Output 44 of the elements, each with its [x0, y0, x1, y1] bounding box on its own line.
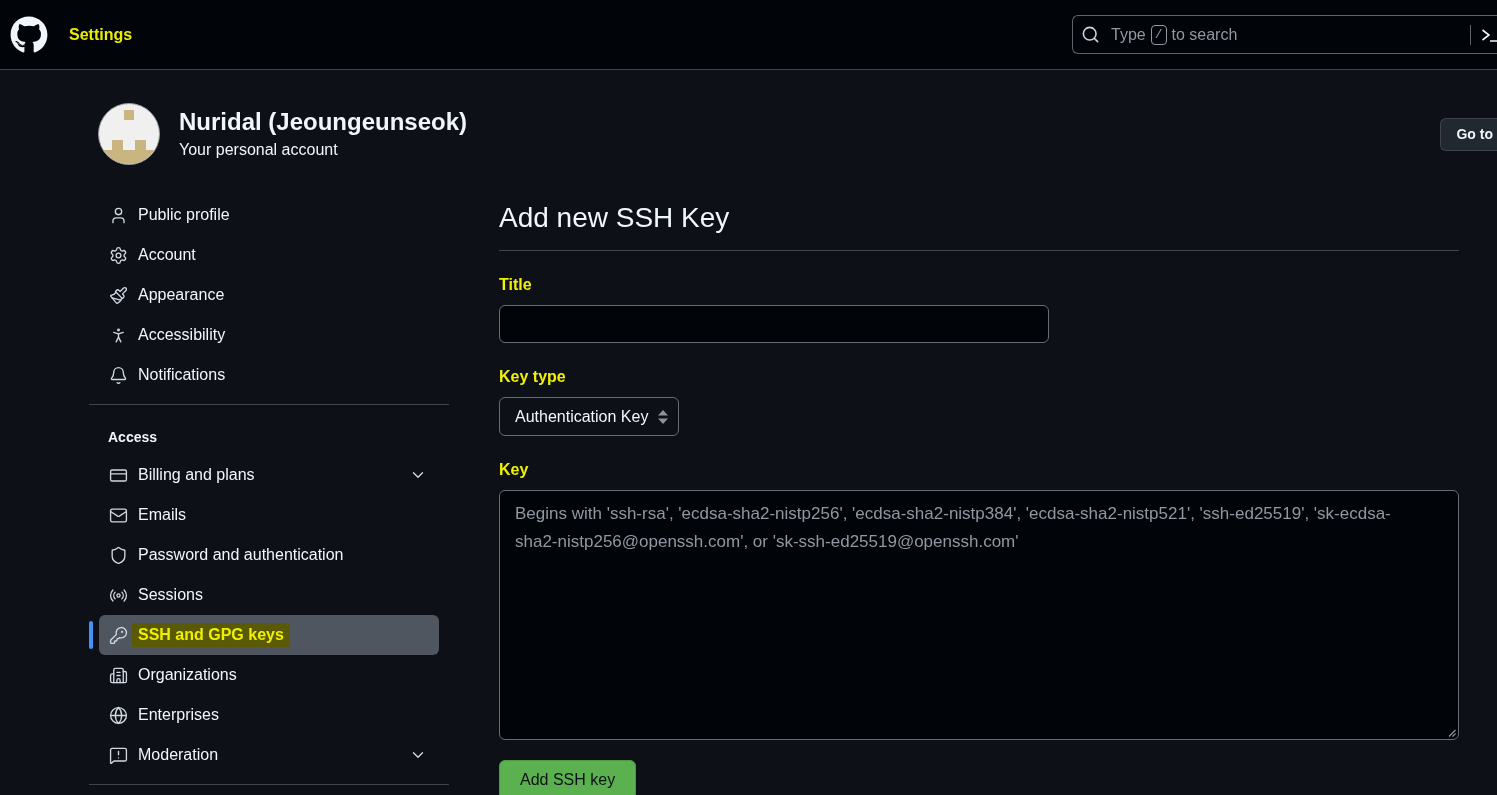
- mail-icon: [109, 505, 128, 525]
- nav-item[interactable]: Billing and plans: [99, 455, 439, 495]
- search-field[interactable]: Type / to search: [1072, 15, 1497, 54]
- title-input[interactable]: [499, 305, 1049, 343]
- nav-item[interactable]: Emails: [99, 495, 439, 535]
- shield-icon: [109, 545, 128, 565]
- nav-item[interactable]: Public profile: [99, 195, 439, 235]
- form-heading: Add new SSH Key: [499, 200, 1459, 251]
- nav-item[interactable]: Appearance: [99, 275, 439, 315]
- add-ssh-key-button[interactable]: Add SSH key: [499, 760, 637, 795]
- up-down-caret-icon: [658, 409, 669, 424]
- section-heading: Access: [107, 428, 159, 447]
- page-title: Settings: [69, 24, 133, 45]
- field-label: Key: [499, 460, 530, 480]
- field-label: Key type: [499, 367, 567, 387]
- nav-item[interactable]: Account: [99, 235, 439, 275]
- nav-item[interactable]: Organizations: [99, 655, 439, 695]
- nav-item[interactable]: SSH and GPG keys: [99, 615, 439, 655]
- account-name: Nuridal (Jeoungeunseok): [179, 107, 468, 137]
- identicon-avatar: [98, 103, 160, 165]
- key-type-select[interactable]: Authentication Key: [499, 397, 680, 436]
- nav-item[interactable]: Moderation: [99, 735, 439, 775]
- nav-item[interactable]: Notifications: [99, 355, 439, 395]
- nav-item[interactable]: Enterprises: [99, 695, 439, 735]
- logo-icon[interactable]: [10, 15, 48, 54]
- account-subtitle: Your personal account: [179, 140, 339, 160]
- key-icon: [109, 625, 128, 645]
- resize-handle-icon: [1448, 729, 1456, 737]
- key-textarea[interactable]: Begins with 'ssh-rsa', 'ecdsa-sha2-nistp256', 'ecdsa-sha2-nistp384', 'ecdsa-sha2-nistp521', 'ssh-ed25519', 'sk-ecdsa-sha2-nistp256@openssh.com', or 'sk-ssh-ed25519@openssh.com': [499, 490, 1459, 740]
- field-label: Title: [499, 275, 533, 295]
- person-icon: [109, 205, 128, 225]
- building-icon: [109, 665, 128, 685]
- active-indicator: [89, 621, 93, 649]
- profile-button[interactable]: Go to: [1440, 117, 1497, 151]
- bell-icon: [109, 365, 128, 385]
- shortcut-key: /: [1150, 24, 1167, 45]
- globe-icon: [109, 705, 128, 725]
- nav-item[interactable]: Accessibility: [99, 315, 439, 355]
- gear-icon: [109, 245, 128, 265]
- nav-item[interactable]: Sessions: [99, 575, 439, 615]
- nav-item[interactable]: Password and authentication: [99, 535, 439, 575]
- paintbrush-icon: [109, 285, 128, 305]
- speech-bubble-alert-icon: [109, 745, 128, 765]
- search-icon: [1081, 25, 1100, 44]
